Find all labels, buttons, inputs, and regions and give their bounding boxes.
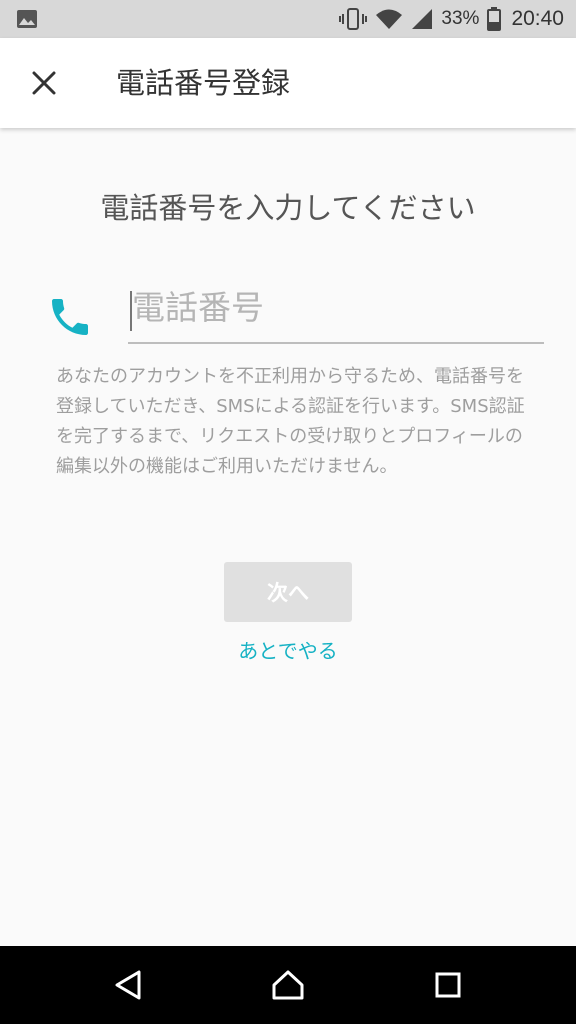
main-content: 電話番号を入力してください あなたのアカウントを不正利用から守るため、電話番号を… (0, 128, 576, 946)
phone-number-input[interactable] (128, 278, 544, 344)
back-icon (115, 970, 141, 1000)
recents-icon (435, 972, 461, 998)
page-title: 電話番号登録 (116, 66, 291, 100)
back-button[interactable] (108, 965, 148, 1005)
wifi-icon (375, 7, 403, 31)
battery-percent: 33% (441, 8, 480, 29)
image-notification-icon (16, 9, 40, 29)
navigation-bar (0, 946, 576, 1024)
close-button[interactable] (22, 61, 66, 105)
description-text: あなたのアカウントを不正利用から守るため、電話番号を登録していただき、SMSによ… (56, 366, 525, 477)
form-headline: 電話番号を入力してください (100, 191, 476, 225)
text-caret (130, 291, 132, 331)
vibrate-icon (339, 7, 368, 31)
clock: 20:40 (511, 7, 564, 30)
status-bar: 33% 20:40 (0, 0, 576, 38)
next-button[interactable]: 次へ (224, 562, 352, 622)
status-icons: 33% 20:40 (339, 0, 564, 38)
later-link[interactable]: あとでやる (0, 636, 576, 666)
phone-icon (46, 293, 94, 341)
battery-icon (487, 7, 502, 31)
app-bar: 電話番号登録 (0, 38, 576, 128)
home-button[interactable] (268, 965, 308, 1005)
home-icon (272, 970, 304, 1000)
close-icon (32, 71, 56, 95)
recents-button[interactable] (428, 965, 468, 1005)
cellular-signal-icon (411, 7, 433, 31)
